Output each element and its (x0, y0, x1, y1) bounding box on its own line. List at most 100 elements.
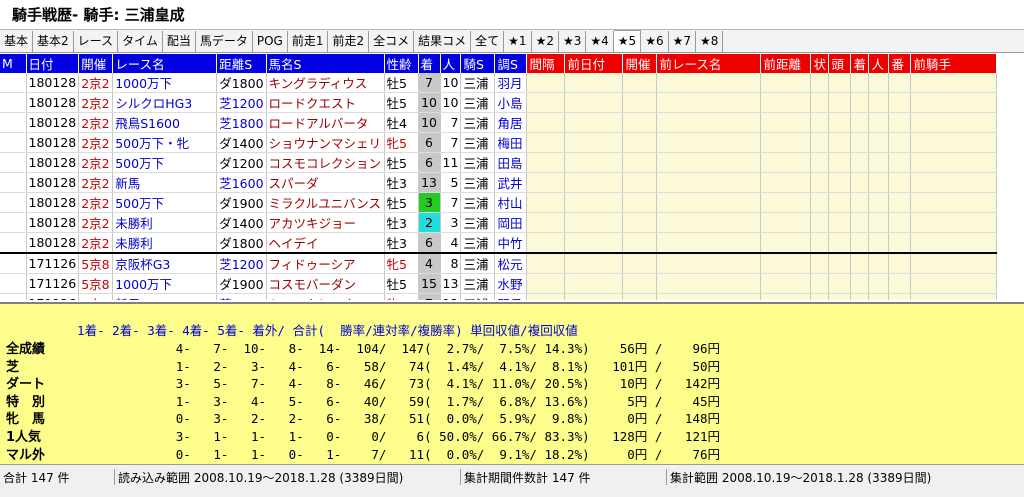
table-cell (622, 92, 658, 113)
column-header[interactable]: 日付 (26, 54, 80, 73)
column-header[interactable]: 騎S (460, 54, 496, 73)
column-header[interactable]: 調S (494, 54, 528, 73)
tab-10[interactable]: 結果コメ (414, 31, 472, 52)
tab-19[interactable]: ★8 (696, 31, 724, 52)
column-header[interactable]: 性齢 (384, 54, 419, 73)
table-cell: 京阪杯G3 (112, 253, 218, 274)
table-cell (868, 232, 890, 254)
table-row[interactable]: 171126 5京8 1000万下 ダ1900 コスモバーダン 牡5 15 13 三浦 水野 (0, 273, 998, 294)
tab-3[interactable]: タイム (118, 31, 163, 52)
table-cell: 2京2 (78, 152, 114, 173)
table-cell (564, 73, 624, 93)
tab-5[interactable]: 馬データ (196, 31, 253, 52)
column-header[interactable]: 着 (850, 54, 870, 73)
column-header[interactable]: 前騎手 (910, 54, 998, 73)
table-cell: 牡3 (384, 212, 419, 233)
table-cell: 三浦 (460, 253, 496, 274)
table-row[interactable]: 180128 2京2 500万下 ダ1200 コスモコレクション 牡5 6 11 三浦 田島 (0, 152, 998, 173)
table-row[interactable]: 171126 5京8 京阪杯G3 芝1200 フィドゥーシア 牝5 4 8 三浦 松元 (0, 253, 998, 274)
table-cell (888, 172, 912, 193)
tab-2[interactable]: レース (74, 31, 119, 52)
column-header[interactable]: 頭 (828, 54, 852, 73)
column-header[interactable]: 開催 (622, 54, 658, 73)
tab-1[interactable]: 基本2 (33, 31, 74, 52)
column-header[interactable]: M (0, 54, 27, 73)
column-header[interactable]: レース名 (112, 54, 218, 73)
table-row[interactable]: 180128 2京2 1000万下 ダ1800 キングラディウス 牡5 7 10 三浦 羽月 (0, 73, 998, 93)
stats-row-values: 0- 1- 1- 0- 1- 7/ 11( 0.0%/ 9.1%/ 18.2%)… (160, 446, 720, 462)
tab-15[interactable]: ★4 (586, 31, 614, 52)
table-cell (564, 253, 624, 274)
tab-17[interactable]: ★6 (641, 31, 669, 52)
table-cell: 180128 (26, 212, 80, 233)
tab-4[interactable]: 配当 (163, 31, 196, 52)
table-cell: 三浦 (460, 293, 496, 300)
table-cell: 三浦 (460, 73, 496, 93)
tab-18[interactable]: ★7 (669, 31, 697, 52)
table-cell (828, 172, 852, 193)
table-row[interactable]: 180128 2京2 新馬 芝1600 スパーダ 牡3 13 5 三浦 武井 (0, 172, 998, 193)
table-cell (656, 192, 762, 213)
column-header[interactable]: 人 (440, 54, 462, 73)
tab-13[interactable]: ★2 (532, 31, 559, 52)
stats-row-values: 1- 2- 3- 4- 6- 58/ 74( 1.4%/ 4.1%/ 8.1%)… (160, 358, 720, 374)
table-cell (656, 273, 762, 294)
column-header[interactable]: 前日付 (564, 54, 624, 73)
tab-12[interactable]: ★1 (504, 31, 532, 52)
table-cell: 6 (418, 152, 441, 173)
table-row[interactable]: 180128 2京2 未勝利 ダ1400 アカツキジョー 牡3 2 3 三浦 岡田 (0, 212, 998, 233)
table-cell (622, 192, 658, 213)
table-cell (888, 152, 912, 173)
tab-6[interactable]: POG (253, 31, 288, 52)
table-cell: 芝1800 (216, 112, 267, 133)
table-row[interactable]: 180128 2京2 500万下 ダ1900 ミラクルユニバンス 牡5 3 7 三浦 村山 (0, 192, 998, 213)
column-header[interactable]: 前レース名 (656, 54, 762, 73)
table-cell (810, 273, 830, 294)
tab-11[interactable]: 全て (471, 31, 505, 52)
table-cell: シルクロHG3 (112, 92, 218, 113)
table-cell: 三浦 (460, 112, 496, 133)
table-cell (526, 92, 566, 113)
table-cell: 180128 (26, 152, 80, 173)
column-header[interactable]: 間隔 (526, 54, 566, 73)
table-row[interactable]: 180128 2京2 未勝利 ダ1800 ヘイデイ 牡3 6 4 三浦 中竹 (0, 232, 998, 254)
column-header[interactable]: 馬名S (266, 54, 385, 73)
table-cell (868, 253, 890, 274)
column-header[interactable]: 状 (810, 54, 830, 73)
table-row[interactable]: 1711265京8新馬芝1800トーアカレーネ牝2712三浦羽月 (0, 293, 998, 300)
table-cell (828, 192, 852, 213)
table-cell: 三浦 (460, 212, 496, 233)
table-cell: 2 (418, 212, 441, 233)
stats-row-values: 3- 5- 7- 4- 8- 46/ 73( 4.1%/ 11.0%/ 20.5… (160, 376, 720, 392)
tab-14[interactable]: ★3 (559, 31, 587, 52)
table-cell (910, 232, 998, 254)
column-header[interactable]: 開催 (78, 54, 114, 73)
column-header[interactable]: 番 (888, 54, 912, 73)
table-cell: 三浦 (460, 232, 496, 254)
tab-16[interactable]: ★5 (613, 30, 642, 52)
table-cell (850, 172, 870, 193)
column-header[interactable]: 着 (418, 54, 441, 73)
table-cell: ダ1200 (216, 152, 267, 173)
table-cell: 2京2 (78, 132, 114, 153)
table-cell: 2京2 (78, 192, 114, 213)
table-cell: 三浦 (460, 132, 496, 153)
table-cell: 未勝利 (112, 212, 218, 233)
table-row[interactable]: 180128 2京2 飛鳥S1600 芝1800 ロードアルバータ 牡4 10 7 三浦 角居 (0, 112, 998, 133)
column-header[interactable]: 人 (868, 54, 890, 73)
table-row[interactable]: 180128 2京2 500万下・牝 ダ1400 ショウナンマシェリ 牝5 6 7 三浦 梅田 (0, 132, 998, 153)
tab-8[interactable]: 前走2 (328, 31, 370, 52)
tab-7[interactable]: 前走1 (288, 31, 329, 52)
table-cell (622, 172, 658, 193)
stats-row-label: マル外 (6, 447, 46, 463)
table-row[interactable]: 180128 2京2 シルクロHG3 芝1200 ロードクエスト 牡5 10 10 三浦 小島 (0, 92, 998, 113)
tab-9[interactable]: 全コメ (369, 31, 415, 52)
table-cell (0, 92, 27, 113)
table-cell: 2京2 (78, 232, 114, 254)
column-header[interactable]: 距離S (216, 54, 267, 73)
table-cell (910, 253, 998, 274)
table-cell: 牡3 (384, 172, 419, 193)
column-header[interactable]: 前距離 (760, 54, 812, 73)
tab-0[interactable]: 基本 (0, 31, 34, 52)
table-cell (850, 293, 870, 300)
